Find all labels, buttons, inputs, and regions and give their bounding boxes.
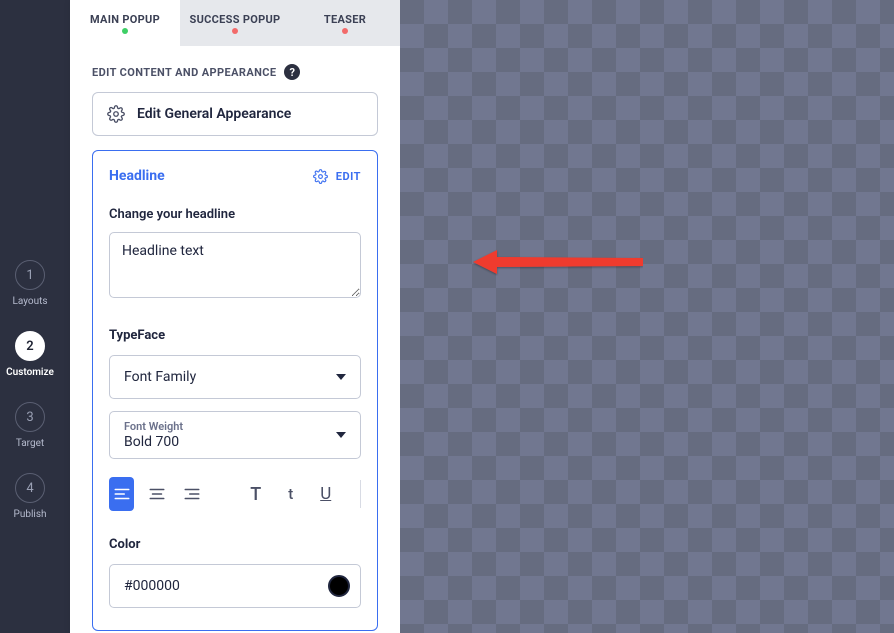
- select-placeholder: Font Family: [124, 369, 196, 385]
- step-label: Customize: [6, 367, 54, 378]
- card-edit-button[interactable]: EDIT: [312, 167, 361, 185]
- align-right-button[interactable]: [179, 477, 204, 511]
- chevron-down-icon: [336, 374, 346, 380]
- card-header: Headline EDIT: [109, 167, 361, 185]
- change-headline-label: Change your headline: [109, 207, 361, 222]
- color-field[interactable]: #000000: [109, 564, 361, 608]
- tab-label: MAIN POPUP: [90, 13, 160, 26]
- tab-label: SUCCESS POPUP: [190, 13, 281, 26]
- color-swatch[interactable]: [328, 575, 350, 597]
- format-toolbar: T t U: [109, 477, 361, 511]
- step-number: 2: [15, 331, 45, 361]
- align-left-button[interactable]: [109, 477, 134, 511]
- text-case-lower-button[interactable]: t: [278, 477, 303, 511]
- step-label: Target: [16, 438, 44, 449]
- tabs: MAIN POPUP SUCCESS POPUP TEASER: [70, 0, 400, 46]
- gear-icon: [107, 105, 125, 123]
- step-label: Layouts: [12, 296, 47, 307]
- step-nav: 1 Layouts 2 Customize 3 Target 4 Publish: [0, 0, 60, 633]
- step-target[interactable]: 3 Target: [15, 402, 45, 449]
- font-weight-select[interactable]: Font Weight Bold 700: [109, 411, 361, 459]
- step-number: 1: [15, 260, 45, 290]
- step-customize[interactable]: 2 Customize: [6, 331, 54, 378]
- button-label: Edit General Appearance: [137, 106, 291, 122]
- edit-label: EDIT: [336, 170, 361, 183]
- help-icon[interactable]: ?: [284, 64, 300, 80]
- select-value: Bold 700: [124, 434, 183, 450]
- section-header-text: EDIT CONTENT AND APPEARANCE: [92, 66, 276, 79]
- status-dot-icon: [122, 28, 128, 34]
- text-case-upper-button[interactable]: T: [243, 477, 268, 511]
- card-title: Headline: [109, 168, 165, 184]
- headline-card: Headline EDIT Change your headline TypeF…: [92, 150, 378, 631]
- select-inner: Font Weight Bold 700: [124, 420, 183, 450]
- gear-icon: [312, 167, 330, 185]
- font-family-select[interactable]: Font Family: [109, 355, 361, 399]
- align-center-button[interactable]: [144, 477, 169, 511]
- tab-main-popup[interactable]: MAIN POPUP: [70, 0, 180, 46]
- select-mini-label: Font Weight: [124, 420, 183, 433]
- tab-success-popup[interactable]: SUCCESS POPUP: [180, 0, 290, 46]
- color-hex: #000000: [124, 578, 180, 594]
- underline-button[interactable]: U: [313, 477, 338, 511]
- step-layouts[interactable]: 1 Layouts: [12, 260, 47, 307]
- status-dot-icon: [232, 28, 238, 34]
- tab-teaser[interactable]: TEASER: [290, 0, 400, 46]
- edit-general-appearance-button[interactable]: Edit General Appearance: [92, 92, 378, 136]
- canvas-area[interactable]: [400, 0, 894, 633]
- editor-panel: MAIN POPUP SUCCESS POPUP TEASER EDIT CON…: [70, 0, 400, 633]
- status-dot-icon: [342, 28, 348, 34]
- step-number: 3: [15, 402, 45, 432]
- editor-scroll[interactable]: EDIT CONTENT AND APPEARANCE ? Edit Gener…: [70, 46, 400, 633]
- section-header: EDIT CONTENT AND APPEARANCE ?: [92, 64, 378, 80]
- color-label: Color: [109, 537, 361, 552]
- chevron-down-icon: [336, 432, 346, 438]
- step-publish[interactable]: 4 Publish: [14, 473, 47, 520]
- typeface-label: TypeFace: [109, 328, 361, 343]
- tab-label: TEASER: [324, 13, 366, 26]
- step-number: 4: [15, 473, 45, 503]
- headline-textarea[interactable]: [109, 232, 361, 298]
- divider: [360, 480, 361, 508]
- step-label: Publish: [14, 509, 47, 520]
